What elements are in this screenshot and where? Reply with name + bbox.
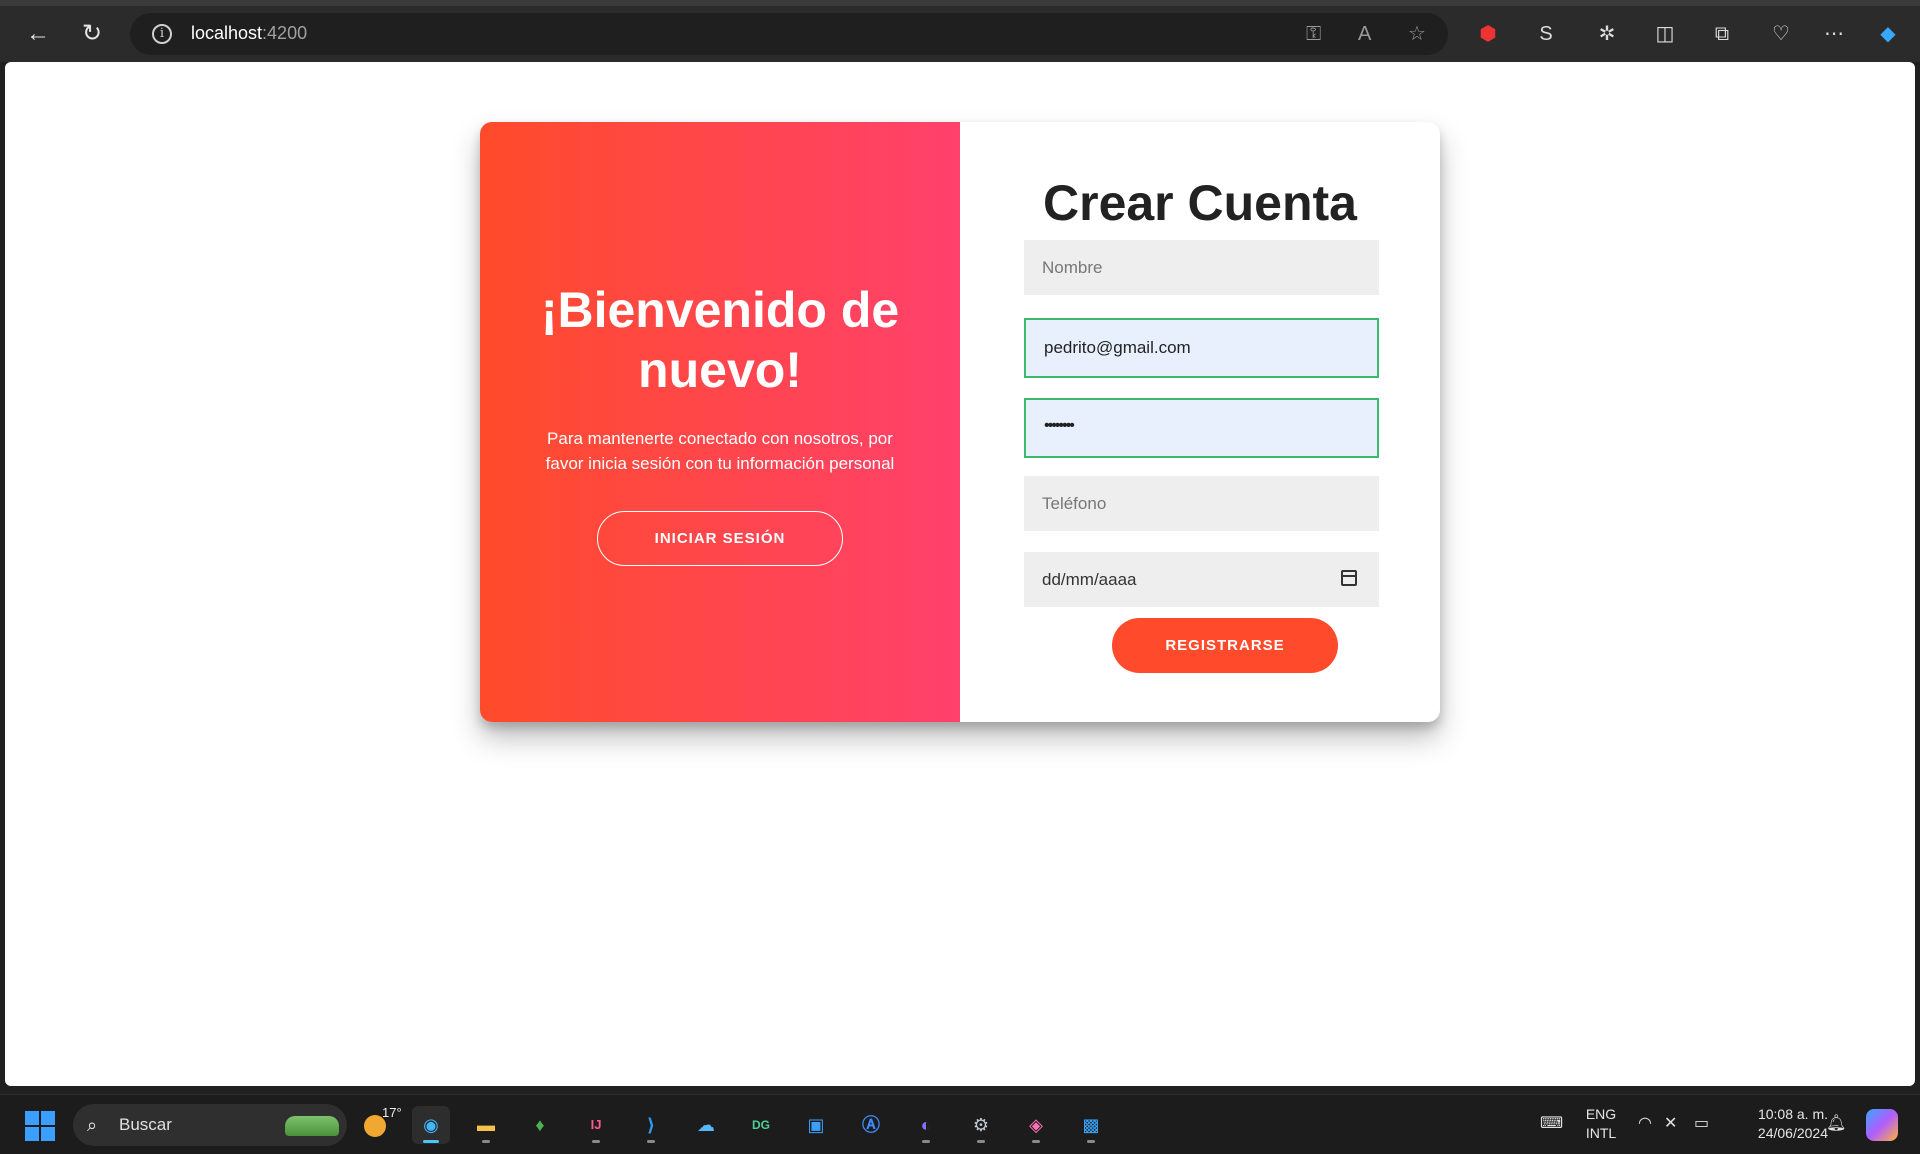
- keyboard-icon[interactable]: ⌨: [1540, 1113, 1563, 1133]
- copilot-icon[interactable]: ◆: [1874, 20, 1902, 48]
- site-info-icon[interactable]: i: [152, 24, 172, 44]
- password-key-icon[interactable]: ⚿: [1306, 23, 1321, 45]
- taskbar-search[interactable]: ⌕ Buscar: [73, 1104, 347, 1146]
- more-options-icon[interactable]: ⋯: [1820, 20, 1848, 48]
- address-url: localhost:4200: [191, 23, 307, 44]
- register-button[interactable]: REGISTRARSE: [1112, 618, 1338, 673]
- start-windows-icon[interactable]: [25, 1111, 55, 1141]
- extensions-puzzle-icon[interactable]: ✲: [1593, 20, 1621, 48]
- clock-date: 24/06/2024: [1757, 1125, 1828, 1141]
- url-port: :4200: [262, 23, 308, 43]
- cloud-app-icon[interactable]: ☁: [687, 1106, 725, 1144]
- favorite-star-icon[interactable]: ☆: [1408, 23, 1426, 45]
- welcome-heading: ¡Bienvenido de nuevo!: [540, 282, 900, 398]
- name-placeholder: Nombre: [1042, 258, 1103, 277]
- settings-gear-icon[interactable]: ⚙: [962, 1106, 1000, 1144]
- email-input[interactable]: pedrito@gmail.com: [1024, 318, 1379, 378]
- battery-icon[interactable]: ▭: [1694, 1113, 1709, 1133]
- date-placeholder: dd/mm/aaaa: [1042, 570, 1137, 589]
- url-host: localhost: [191, 23, 263, 43]
- vscode-icon[interactable]: ⟩: [632, 1106, 670, 1144]
- datagrip-icon[interactable]: DG: [742, 1106, 780, 1144]
- email-value: pedrito@gmail.com: [1044, 338, 1191, 357]
- search-label: Buscar: [119, 1115, 172, 1134]
- browser-essentials-icon[interactable]: ♡: [1767, 20, 1795, 48]
- welcome-panel: ¡Bienvenido de nuevo! Para mantenerte co…: [480, 122, 960, 722]
- docker-icon[interactable]: ▣: [797, 1106, 835, 1144]
- mongodb-icon[interactable]: ♦: [521, 1106, 559, 1144]
- notification-bell-icon[interactable]: 🔔︎: [1826, 1113, 1846, 1133]
- adblock-extension-icon[interactable]: ⬢: [1474, 20, 1502, 48]
- collections-icon[interactable]: ⧉: [1708, 20, 1736, 48]
- password-value: ••••••••: [1044, 417, 1075, 434]
- s-extension-icon[interactable]: S: [1532, 20, 1560, 48]
- weather-widget[interactable]: 17°: [362, 1105, 402, 1139]
- phone-placeholder: Teléfono: [1042, 494, 1107, 513]
- copilot-taskbar-icon[interactable]: [1866, 1109, 1898, 1141]
- refresh-icon[interactable]: ↻: [72, 16, 112, 52]
- auth-card: ¡Bienvenido de nuevo! Para mantenerte co…: [480, 122, 1440, 722]
- search-highlight-icon: [285, 1116, 339, 1136]
- read-aloud-icon[interactable]: A: [1358, 23, 1371, 45]
- password-input[interactable]: ••••••••: [1024, 398, 1379, 458]
- name-input[interactable]: Nombre: [1024, 240, 1379, 295]
- phone-input[interactable]: Teléfono: [1024, 476, 1379, 531]
- drop-app-icon[interactable]: ◈: [1017, 1106, 1055, 1144]
- calendar-icon[interactable]: [1341, 570, 1357, 586]
- register-form: Crear Cuenta Nombre pedrito@gmail.com ••…: [960, 122, 1440, 722]
- back-arrow-icon[interactable]: ←: [18, 16, 58, 52]
- taskbar: ⌕ Buscar 17° ◉ ▬ ♦ IJ ⟩ ☁ DG ▣ Ⓐ ◐ ⚙ ◈ ▩…: [0, 1094, 1920, 1154]
- volume-muted-icon[interactable]: ✕: [1664, 1113, 1677, 1133]
- system-clock[interactable]: 10:08 a. m. 24/06/2024: [1732, 1105, 1828, 1143]
- form-title: Crear Cuenta: [1043, 175, 1357, 231]
- date-input[interactable]: dd/mm/aaaa: [1024, 552, 1379, 607]
- split-screen-icon[interactable]: ◫: [1651, 20, 1679, 48]
- page-viewport: ¡Bienvenido de nuevo! Para mantenerte co…: [5, 62, 1915, 1086]
- moon-app-icon[interactable]: ◐: [907, 1106, 945, 1144]
- welcome-text: Para mantenerte conectado con nosotros, …: [545, 429, 895, 473]
- edge-app-icon[interactable]: ◉: [412, 1106, 450, 1144]
- language-code: ENG: [1585, 1106, 1617, 1122]
- intellij-icon[interactable]: IJ: [577, 1106, 615, 1144]
- clock-time: 10:08 a. m.: [1757, 1106, 1828, 1122]
- wifi-icon[interactable]: ◠: [1638, 1113, 1652, 1133]
- photos-app-icon[interactable]: ▩: [1072, 1106, 1110, 1144]
- weather-temp: 17°: [382, 1105, 402, 1120]
- login-button[interactable]: INICIAR SESIÓN: [597, 511, 843, 566]
- language-layout: INTL: [1585, 1125, 1617, 1141]
- browser-toolbar: ← ↻ i localhost:4200 ⚿ A ☆ ⬢ S ✲ ◫ ⧉ ♡ ⋯…: [0, 0, 1920, 62]
- app-store-icon[interactable]: Ⓐ: [852, 1106, 890, 1144]
- search-icon: ⌕: [87, 1115, 98, 1135]
- language-indicator[interactable]: ENG INTL: [1584, 1105, 1618, 1143]
- address-bar[interactable]: i localhost:4200 ⚿ A ☆: [130, 13, 1448, 55]
- file-explorer-icon[interactable]: ▬: [467, 1106, 505, 1144]
